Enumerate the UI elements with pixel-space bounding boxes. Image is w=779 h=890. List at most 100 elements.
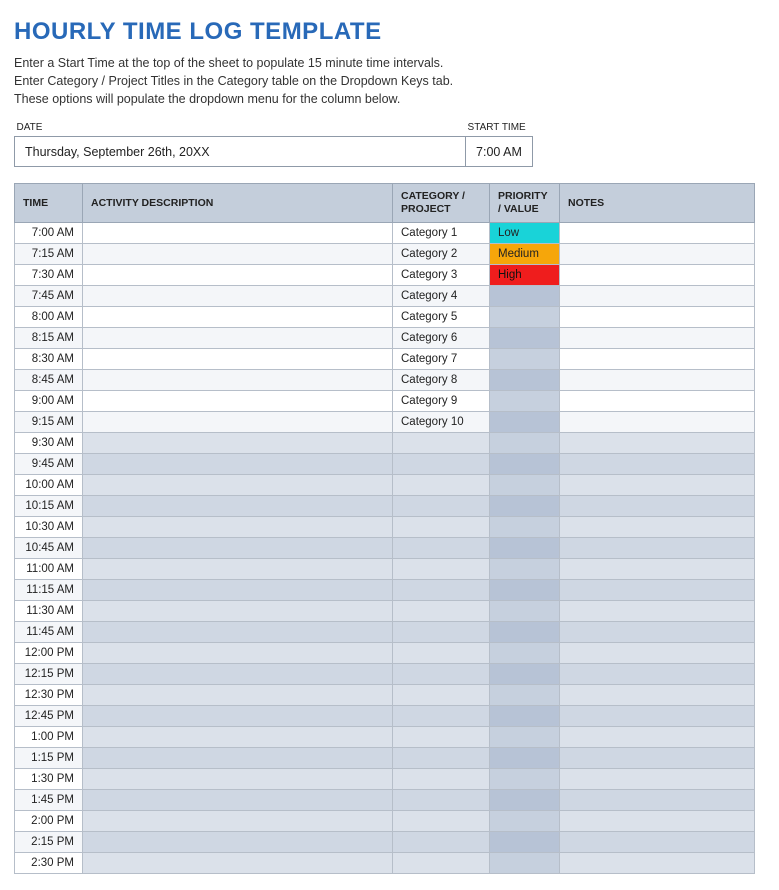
priority-cell[interactable] (490, 558, 560, 579)
priority-cell[interactable]: Medium (490, 243, 560, 264)
notes-cell[interactable] (560, 453, 755, 474)
activity-cell[interactable] (83, 705, 393, 726)
notes-cell[interactable] (560, 705, 755, 726)
notes-cell[interactable] (560, 726, 755, 747)
category-cell[interactable]: Category 9 (393, 390, 490, 411)
activity-cell[interactable] (83, 411, 393, 432)
activity-cell[interactable] (83, 327, 393, 348)
priority-cell[interactable] (490, 684, 560, 705)
activity-cell[interactable] (83, 369, 393, 390)
priority-cell[interactable] (490, 600, 560, 621)
priority-cell[interactable]: High (490, 264, 560, 285)
category-cell[interactable]: Category 10 (393, 411, 490, 432)
priority-cell[interactable]: Low (490, 222, 560, 243)
priority-cell[interactable] (490, 327, 560, 348)
priority-cell[interactable] (490, 642, 560, 663)
priority-cell[interactable] (490, 474, 560, 495)
notes-cell[interactable] (560, 600, 755, 621)
notes-cell[interactable] (560, 558, 755, 579)
priority-cell[interactable] (490, 726, 560, 747)
activity-cell[interactable] (83, 558, 393, 579)
activity-cell[interactable] (83, 495, 393, 516)
priority-cell[interactable] (490, 747, 560, 768)
date-input[interactable]: Thursday, September 26th, 20XX (15, 137, 466, 167)
category-cell[interactable] (393, 726, 490, 747)
activity-cell[interactable] (83, 243, 393, 264)
priority-cell[interactable] (490, 495, 560, 516)
priority-cell[interactable] (490, 579, 560, 600)
category-cell[interactable] (393, 474, 490, 495)
notes-cell[interactable] (560, 369, 755, 390)
category-cell[interactable] (393, 831, 490, 852)
category-cell[interactable]: Category 1 (393, 222, 490, 243)
category-cell[interactable] (393, 663, 490, 684)
category-cell[interactable]: Category 8 (393, 369, 490, 390)
category-cell[interactable]: Category 3 (393, 264, 490, 285)
priority-cell[interactable] (490, 852, 560, 873)
activity-cell[interactable] (83, 621, 393, 642)
category-cell[interactable]: Category 7 (393, 348, 490, 369)
notes-cell[interactable] (560, 684, 755, 705)
activity-cell[interactable] (83, 537, 393, 558)
activity-cell[interactable] (83, 768, 393, 789)
notes-cell[interactable] (560, 264, 755, 285)
notes-cell[interactable] (560, 411, 755, 432)
notes-cell[interactable] (560, 390, 755, 411)
notes-cell[interactable] (560, 243, 755, 264)
notes-cell[interactable] (560, 663, 755, 684)
priority-cell[interactable] (490, 810, 560, 831)
priority-cell[interactable] (490, 768, 560, 789)
start-time-input[interactable]: 7:00 AM (466, 137, 533, 167)
category-cell[interactable] (393, 558, 490, 579)
category-cell[interactable] (393, 537, 490, 558)
activity-cell[interactable] (83, 264, 393, 285)
priority-cell[interactable] (490, 516, 560, 537)
notes-cell[interactable] (560, 621, 755, 642)
category-cell[interactable] (393, 852, 490, 873)
category-cell[interactable] (393, 516, 490, 537)
category-cell[interactable]: Category 4 (393, 285, 490, 306)
activity-cell[interactable] (83, 348, 393, 369)
category-cell[interactable] (393, 453, 490, 474)
activity-cell[interactable] (83, 390, 393, 411)
activity-cell[interactable] (83, 789, 393, 810)
priority-cell[interactable] (490, 390, 560, 411)
activity-cell[interactable] (83, 726, 393, 747)
activity-cell[interactable] (83, 222, 393, 243)
category-cell[interactable] (393, 810, 490, 831)
category-cell[interactable]: Category 5 (393, 306, 490, 327)
category-cell[interactable] (393, 705, 490, 726)
priority-cell[interactable] (490, 621, 560, 642)
activity-cell[interactable] (83, 453, 393, 474)
notes-cell[interactable] (560, 495, 755, 516)
notes-cell[interactable] (560, 306, 755, 327)
priority-cell[interactable] (490, 537, 560, 558)
notes-cell[interactable] (560, 474, 755, 495)
category-cell[interactable] (393, 621, 490, 642)
notes-cell[interactable] (560, 789, 755, 810)
activity-cell[interactable] (83, 747, 393, 768)
category-cell[interactable] (393, 600, 490, 621)
notes-cell[interactable] (560, 579, 755, 600)
notes-cell[interactable] (560, 810, 755, 831)
activity-cell[interactable] (83, 579, 393, 600)
activity-cell[interactable] (83, 474, 393, 495)
category-cell[interactable] (393, 579, 490, 600)
activity-cell[interactable] (83, 663, 393, 684)
priority-cell[interactable] (490, 663, 560, 684)
notes-cell[interactable] (560, 516, 755, 537)
notes-cell[interactable] (560, 432, 755, 453)
notes-cell[interactable] (560, 852, 755, 873)
activity-cell[interactable] (83, 516, 393, 537)
notes-cell[interactable] (560, 348, 755, 369)
priority-cell[interactable] (490, 432, 560, 453)
notes-cell[interactable] (560, 327, 755, 348)
category-cell[interactable] (393, 768, 490, 789)
activity-cell[interactable] (83, 852, 393, 873)
notes-cell[interactable] (560, 222, 755, 243)
notes-cell[interactable] (560, 768, 755, 789)
priority-cell[interactable] (490, 285, 560, 306)
category-cell[interactable]: Category 2 (393, 243, 490, 264)
notes-cell[interactable] (560, 642, 755, 663)
priority-cell[interactable] (490, 348, 560, 369)
